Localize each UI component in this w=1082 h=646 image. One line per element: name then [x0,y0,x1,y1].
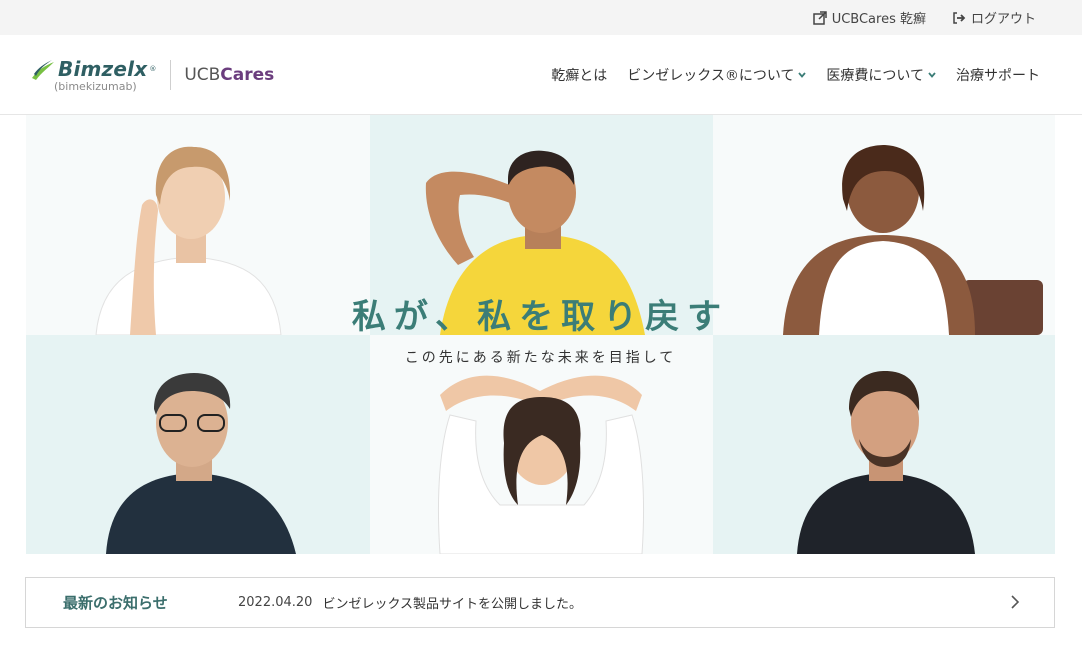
latest-news-bar[interactable]: 最新のお知らせ 2022.04.20 ビンゼレックス製品サイトを公開しました。 [25,577,1055,628]
external-link-icon [812,10,827,25]
bimzelx-logo: Bimzelx ® (bimekizumab) [30,56,156,93]
hero-photo-woman-arms-raised [370,335,713,554]
nav-item-about-bimzelx[interactable]: ビンゼレックス®について [627,65,807,85]
ucbcares-external-link[interactable]: UCBCares 乾癬 [812,8,926,27]
ucbcares-link-label: UCBCares 乾癬 [831,12,926,27]
nav-item-label: 治療サポート [956,67,1040,84]
bimzelx-leaf-icon [32,60,54,80]
utility-bar: UCBCares 乾癬 ログアウト [0,0,1082,35]
hero-title: 私が、私を取り戻す [351,297,730,337]
hero-photo-man-dark-shirt [713,335,1055,554]
nav-item-label: 乾癬とは [551,67,608,84]
ucbcares-logo: UCBCares [184,65,274,85]
logo-divider [170,59,172,90]
nav-item-treatment-support[interactable]: 治療サポート [956,65,1040,85]
nav-item-label: 医療費について [826,67,924,84]
logout-icon [953,11,966,24]
nav-item-about-psoriasis[interactable]: 乾癬とは [551,65,607,85]
chevron-right-icon [1011,595,1020,609]
chevron-down-icon [798,71,807,78]
nav-item-medical-costs[interactable]: 医療費について [826,65,936,85]
hero-collage: 私が、私を取り戻す この先にある新たな未来を目指して [26,115,1055,554]
main-nav: 乾癬とは ビンゼレックス®について 医療費について 治療サポート [551,65,1040,85]
brand-registered-mark: ® [149,65,157,73]
logout-label: ログアウト [970,12,1036,27]
brand-name: Bimzelx [58,57,148,81]
news-date: 2022.04.20 [238,595,313,610]
news-text: ビンゼレックス製品サイトを公開しました。 [322,597,583,612]
nav-item-label: ビンゼレックス®について [627,67,795,84]
logout-link[interactable]: ログアウト [952,8,1036,27]
hero-photo-man-glasses [26,335,370,554]
hero-subtitle: この先にある新たな未来を目指して [404,350,677,366]
site-header: Bimzelx ® (bimekizumab) UCBCares 乾癬とは ビン… [0,35,1082,115]
ucb-logo-prefix: UCB [184,64,221,85]
chevron-down-icon [928,71,936,78]
news-label: 最新のお知らせ [63,594,168,612]
brand-generic-name: (bimekizumab) [54,80,137,93]
ucb-logo-suffix: Cares [220,64,275,85]
logo-block[interactable]: Bimzelx ® (bimekizumab) UCBCares [30,56,274,93]
